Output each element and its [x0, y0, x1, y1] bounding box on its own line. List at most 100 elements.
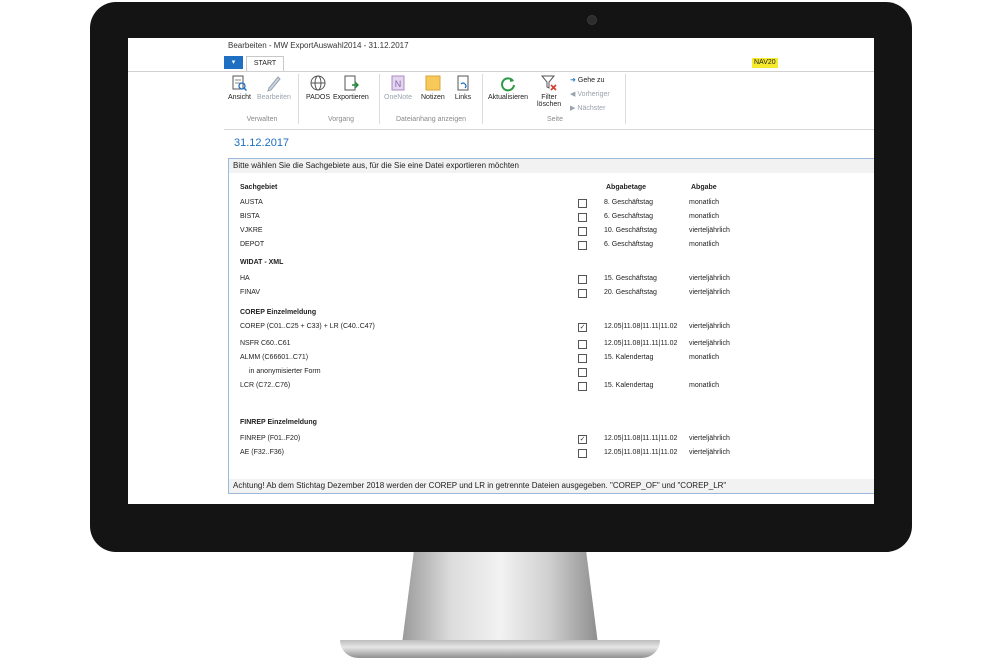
naechster-label: Nächster	[577, 105, 606, 112]
row-name-vjkre: VJKRE	[240, 227, 263, 234]
vorheriger-button[interactable]: ◀ Vorheriger	[570, 90, 610, 98]
checkbox-corep[interactable]: ✓	[578, 323, 587, 332]
checkbox-finav[interactable]	[578, 289, 587, 298]
checkbox-almm[interactable]	[578, 354, 587, 363]
checkbox-lcr[interactable]	[578, 382, 587, 391]
refresh-icon	[499, 74, 517, 92]
checkbox-vjkre[interactable]	[578, 227, 587, 236]
row-freq-lcr: monatlich	[689, 382, 719, 389]
bearbeiten-label: Bearbeiten	[257, 94, 291, 101]
checkbox-depot[interactable]	[578, 241, 587, 250]
tab-start[interactable]: START	[246, 56, 284, 71]
group-verwalten: Verwalten	[246, 116, 278, 123]
header-abgabe: Abgabe	[691, 184, 717, 191]
naechster-button[interactable]: ▶ Nächster	[570, 104, 605, 112]
camera-icon	[587, 15, 597, 25]
links-button[interactable]: Links	[454, 74, 472, 101]
section-widat: WIDAT - XML	[240, 259, 284, 266]
row-days-austa: 8. Geschäftstag	[604, 199, 654, 206]
aktualisieren-button[interactable]: Aktualisieren	[488, 74, 528, 101]
row-freq-ae: vierteljährlich	[689, 449, 730, 456]
section-finrep: FINREP Einzelmeldung	[240, 419, 317, 426]
app-menu-button[interactable]: ▾	[224, 56, 243, 69]
checkbox-nsfr[interactable]	[578, 340, 587, 349]
aktualisieren-label: Aktualisieren	[488, 94, 529, 101]
filter-loeschen-button[interactable]: Filter löschen	[537, 74, 561, 108]
svg-text:N: N	[395, 79, 402, 89]
app-screen: Bearbeiten - MW ExportAuswahl2014 - 31.1…	[128, 38, 874, 504]
checkbox-anonymisiert[interactable]	[578, 368, 587, 377]
row-freq-vjkre: vierteljährlich	[689, 227, 730, 234]
window-title: Bearbeiten - MW ExportAuswahl2014 - 31.1…	[228, 41, 409, 50]
row-freq-finrep: vierteljährlich	[689, 435, 730, 442]
header-abgabetage: Abgabetage	[606, 184, 647, 191]
sticky-note-icon	[424, 74, 442, 92]
gehe-zu-button[interactable]: ➜ Gehe zu	[570, 76, 604, 84]
ribbon: Ansicht Bearbeiten Verwalten PADOS Expor…	[224, 72, 784, 126]
pados-button[interactable]: PADOS	[306, 74, 330, 101]
clear-filter-icon	[540, 74, 558, 92]
checkbox-ha[interactable]	[578, 275, 587, 284]
row-name-lcr: LCR (C72..C76)	[240, 382, 291, 389]
row-freq-almm: monatlich	[689, 354, 719, 361]
exportieren-label: Exportieren	[333, 94, 369, 101]
export-document-icon	[342, 74, 360, 92]
row-name-ha: HA	[240, 275, 250, 282]
row-days-depot: 6. Geschäftstag	[604, 241, 654, 248]
ansicht-button[interactable]: Ansicht	[228, 74, 251, 101]
group-vorgang: Vorgang	[327, 116, 355, 123]
warning-footer: Achtung! Ab dem Stichtag Dezember 2018 w…	[229, 479, 874, 493]
ribbon-separator	[298, 74, 299, 124]
ribbon-separator	[482, 74, 483, 124]
row-days-finrep: 12.05|11.08|11.11|11.02	[604, 435, 678, 442]
checkbox-ae[interactable]	[578, 449, 587, 458]
pados-label: PADOS	[306, 94, 330, 101]
group-dateianhang: Dateianhang anzeigen	[395, 116, 467, 123]
row-freq-bista: monatlich	[689, 213, 719, 220]
onenote-button[interactable]: N OneNote	[384, 74, 412, 101]
arrow-right-icon: ➜	[570, 77, 576, 84]
arrow-left-icon: ◀	[570, 91, 576, 98]
link-document-icon	[454, 74, 472, 92]
row-freq-ha: vierteljährlich	[689, 275, 730, 282]
ribbon-tab-bar: ▾ START NAV20	[128, 55, 874, 72]
row-freq-corep: vierteljährlich	[689, 323, 730, 330]
row-days-bista: 6. Geschäftstag	[604, 213, 654, 220]
onenote-icon: N	[389, 74, 407, 92]
row-days-ha: 15. Geschäftstag	[604, 275, 657, 282]
bearbeiten-button[interactable]: Bearbeiten	[257, 74, 291, 101]
monitor-stand	[402, 552, 598, 644]
monitor-base	[340, 640, 660, 658]
row-name-austa: AUSTA	[240, 199, 263, 206]
ribbon-separator	[379, 74, 380, 124]
group-seite: Seite	[547, 116, 563, 123]
checkbox-austa[interactable]	[578, 199, 587, 208]
row-name-depot: DEPOT	[240, 241, 265, 248]
filter-label-line1: Filter	[541, 94, 557, 101]
row-freq-finav: vierteljährlich	[689, 289, 730, 296]
exportieren-button[interactable]: Exportieren	[333, 74, 369, 101]
edit-pencil-icon	[265, 74, 283, 92]
row-name-anonymisiert: in anonymisierter Form	[249, 368, 321, 375]
row-name-corep: COREP (C01..C25 + C33) + LR (C40..C47)	[240, 323, 375, 330]
notizen-button[interactable]: Notizen	[421, 74, 445, 101]
onenote-label: OneNote	[384, 94, 413, 101]
checkbox-finrep[interactable]: ✓	[578, 435, 587, 444]
row-name-nsfr: NSFR C60..C61	[240, 340, 291, 347]
row-name-ae: AE (F32..F36)	[240, 449, 284, 456]
row-days-nsfr: 12.05|11.08|11.11|11.02	[604, 340, 678, 347]
row-days-ae: 12.05|11.08|11.11|11.02	[604, 449, 678, 456]
gehe-zu-label: Gehe zu	[577, 77, 605, 84]
row-name-almm: ALMM (C66601..C71)	[240, 354, 309, 361]
row-name-finrep: FINREP (F01..F20)	[240, 435, 301, 442]
header-sachgebiet: Sachgebiet	[240, 184, 278, 191]
section-corep: COREP Einzelmeldung	[240, 309, 317, 316]
checkbox-bista[interactable]	[578, 213, 587, 222]
globe-icon	[309, 74, 327, 92]
row-name-bista: BISTA	[240, 213, 260, 220]
row-days-almm: 15. Kalendertag	[604, 354, 654, 361]
row-name-finav: FINAV	[240, 289, 261, 296]
instruction-text: Bitte wählen Sie die Sachgebiete aus, fü…	[229, 159, 874, 173]
export-selection-panel: Bitte wählen Sie die Sachgebiete aus, fü…	[228, 158, 874, 494]
vorheriger-label: Vorheriger	[577, 91, 610, 98]
